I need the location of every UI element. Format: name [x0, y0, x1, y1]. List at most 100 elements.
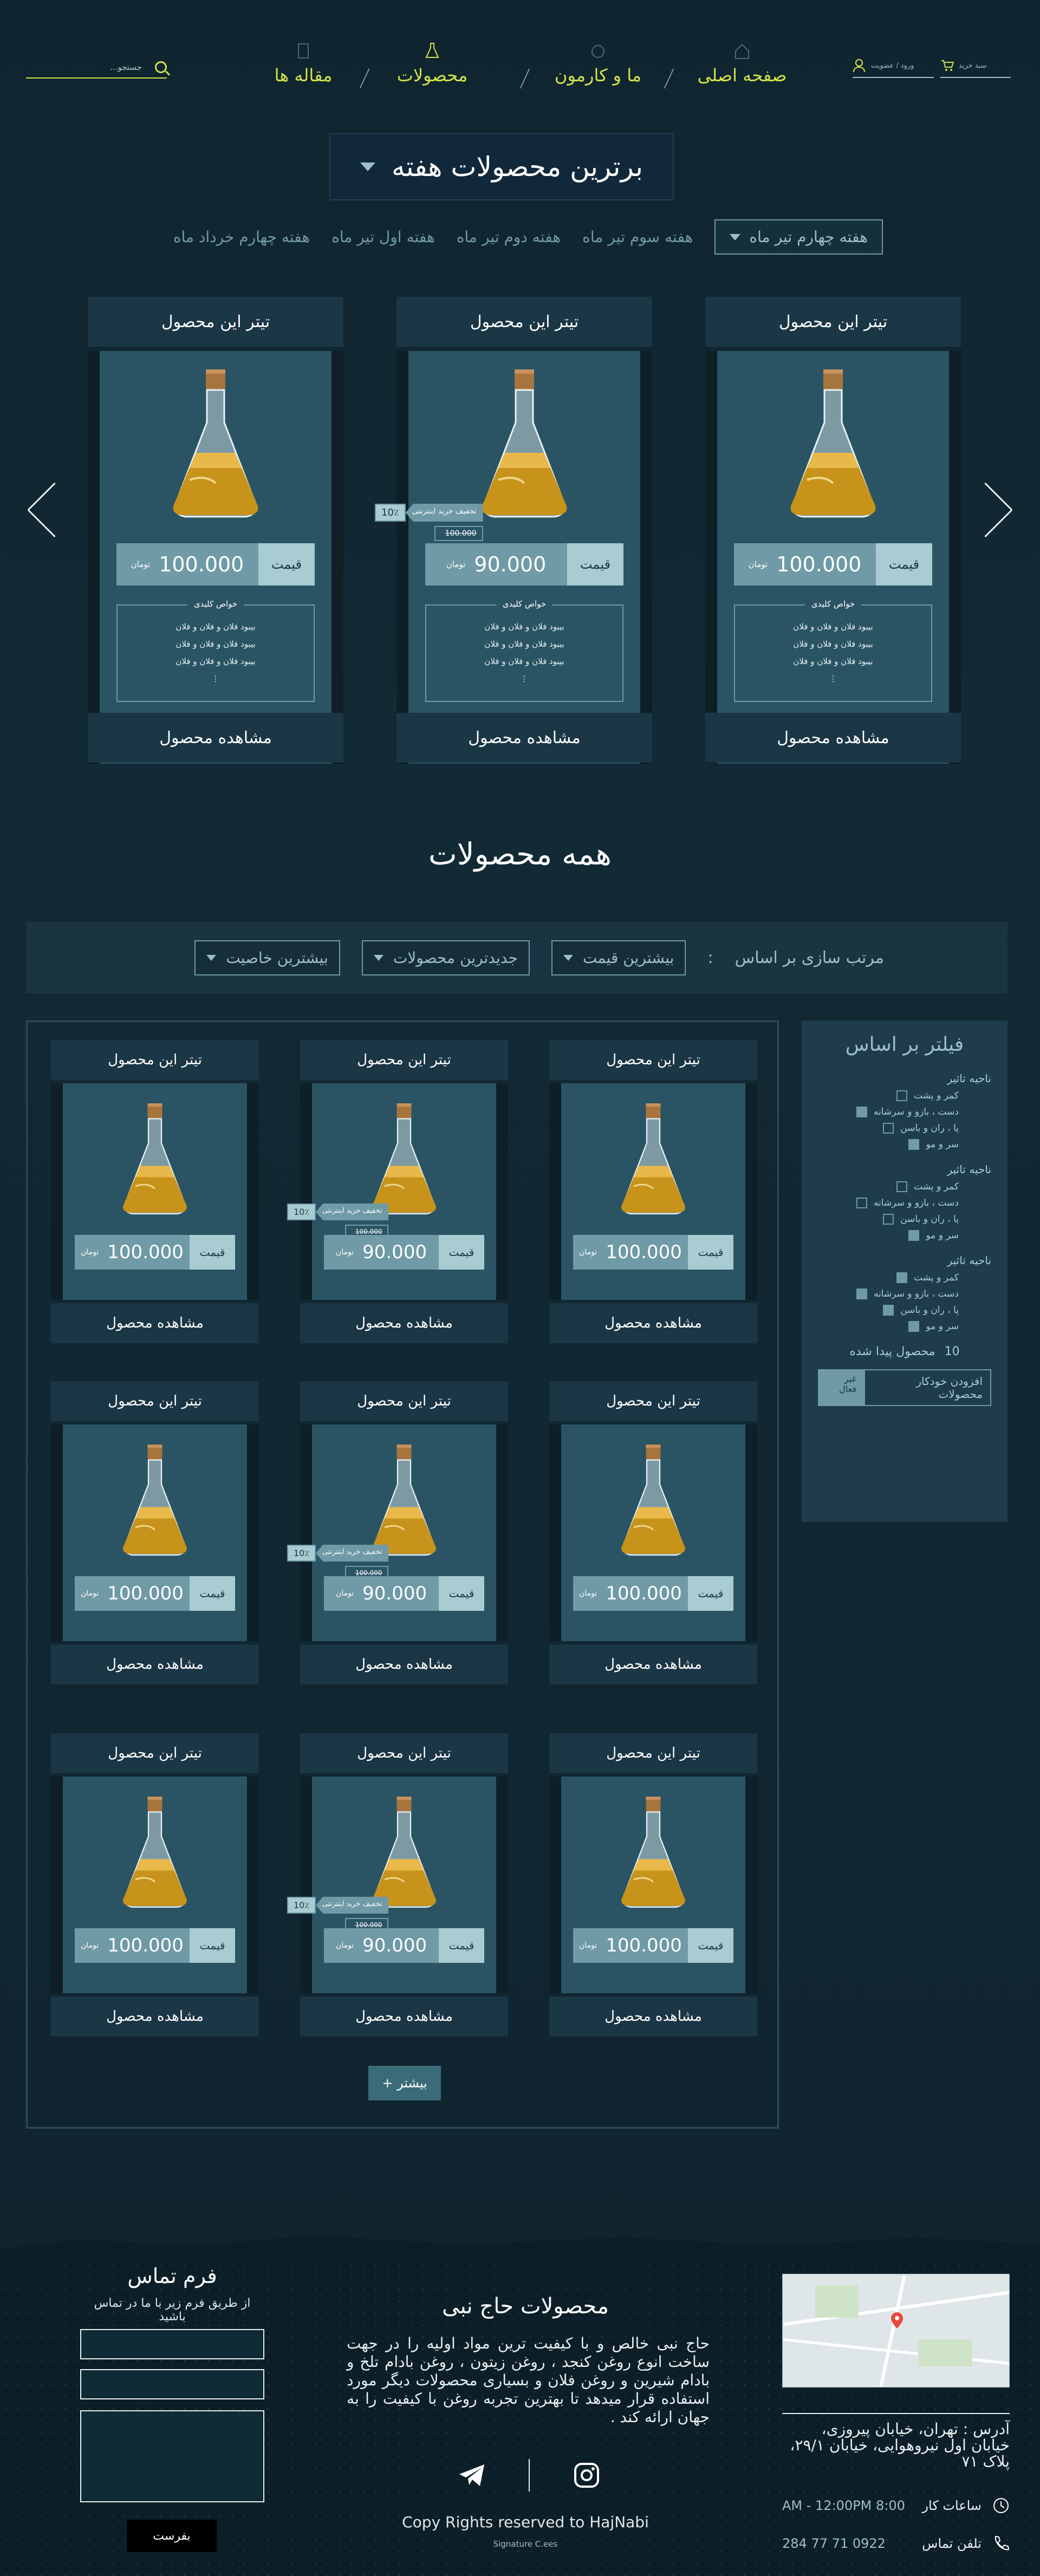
week-tabs: هفته چهارم تیر ماه هفته سوم تیر ماه هفته…	[173, 219, 883, 255]
auto-add-toggle[interactable]: افزودن خودکار محصولات غیر فعال	[818, 1369, 991, 1406]
view-product-button[interactable]: مشاهده محصول	[300, 1303, 508, 1343]
sort-option-label: جدیدترین محصولات	[393, 948, 518, 967]
view-product-button[interactable]: مشاهده محصول	[549, 1996, 757, 2037]
filter-checkbox[interactable]: پا ، ران و باسن	[818, 1214, 991, 1225]
product-title[interactable]: تیتر این محصول	[51, 1040, 259, 1080]
contact-message-field[interactable]	[80, 2410, 264, 2502]
view-product-button[interactable]: مشاهده محصول	[300, 1644, 508, 1684]
product-body: قیمت 100.000 تومان خواص کلیدی بیبود فلان و ف…	[705, 351, 961, 764]
discount-label: تخفیف خرید اینترنتی	[315, 1204, 389, 1220]
tab-week[interactable]: هفته اول تیر ماه	[332, 228, 435, 246]
filter-checkbox[interactable]: سر و مو	[818, 1230, 991, 1241]
discount-badge: تخفیف خرید اینترنتی 10٪ 100.000	[287, 1545, 389, 1580]
view-product-button[interactable]: مشاهده محصول	[51, 1996, 259, 2037]
filter-checkbox[interactable]: کمر و پشت	[818, 1090, 991, 1101]
nav-link-articles[interactable]: مقاله ها	[233, 42, 374, 86]
product-body: تخفیف خرید اینترنتی 10٪ 100.000 قیمت 90.000 ت…	[287, 1424, 508, 1641]
contact-email-field[interactable]	[80, 2369, 264, 2399]
carousel-prev-arrow-icon[interactable]	[26, 482, 53, 536]
tab-week[interactable]: هفته دوم تیر ماه	[457, 228, 561, 246]
property-item: بیبود فلان و فلان و فلان	[793, 656, 873, 666]
carousel-next-arrow-icon[interactable]	[987, 482, 1014, 536]
filter-checkbox[interactable]: پا ، ران و باسن	[818, 1305, 991, 1316]
filter-option-label: دست ، بازو و سرشانه	[873, 1289, 959, 1299]
property-item: بیبود فلان و فلان و فلان	[176, 639, 256, 649]
auto-add-label: افزودن خودکار محصولات	[863, 1369, 991, 1406]
view-product-button[interactable]: مشاهده محصول	[51, 1644, 259, 1684]
product-title[interactable]: تیتر این محصول	[300, 1040, 508, 1080]
tab-week-active[interactable]: هفته چهارم تیر ماه	[714, 219, 883, 255]
price-value: 100.000 تومان	[573, 1235, 688, 1270]
filter-option-label: کمر و پشت	[914, 1272, 959, 1283]
price-box: قیمت 100.000 تومان	[573, 1928, 733, 1963]
view-product-button[interactable]: مشاهده محصول	[549, 1303, 757, 1343]
tab-week[interactable]: هفته چهارم خرداد ماه	[173, 228, 310, 246]
product-card: تیتر این محصول قیمت 100.000 تومان مشاهده محص…	[51, 1381, 259, 1684]
price-value: 100.000 تومان	[573, 1928, 688, 1963]
price-box: قیمت 100.000 تومان	[116, 543, 315, 586]
nav-link-home[interactable]: صفحه اصلی	[672, 42, 812, 86]
send-button[interactable]: بفرست	[127, 2520, 217, 2552]
sort-option-most-property[interactable]: بیشترین خاصیت	[194, 940, 340, 975]
product-title[interactable]: تیتر این محصول	[549, 1040, 757, 1080]
view-product-button[interactable]: مشاهده محصول	[88, 713, 343, 763]
sort-option-highest-price[interactable]: بیشترین قیمت	[551, 940, 686, 975]
product-title[interactable]: تیتر این محصول	[396, 297, 652, 347]
location-map[interactable]	[782, 2274, 1010, 2388]
filter-checkbox[interactable]: پا ، ران و باسن	[818, 1123, 991, 1134]
filter-checkbox[interactable]: سر و مو	[818, 1321, 991, 1332]
nav-link-about[interactable]: ما و کارمون	[528, 42, 668, 86]
load-more-button[interactable]: بیشتر +	[368, 2066, 441, 2100]
price-label: قیمت	[439, 1928, 484, 1963]
oil-bottle-image	[470, 366, 578, 529]
telegram-icon[interactable]	[458, 2463, 485, 2487]
checkbox-icon	[908, 1230, 920, 1241]
property-item: بیبود فلان و فلان و فلان	[793, 639, 873, 649]
product-card: تیتر این محصول قیمت 100.000 تومان مشاهده محص…	[549, 1733, 757, 2037]
product-title[interactable]: تیتر این محصول	[549, 1733, 757, 1773]
filter-title: فیلتر بر اساس	[845, 1033, 964, 1056]
hours-value: 8:00 AM - 12:00PM	[782, 2498, 905, 2513]
view-product-button[interactable]: مشاهده محصول	[51, 1303, 259, 1343]
product-title[interactable]: تیتر این محصول	[705, 297, 961, 347]
filter-checkbox[interactable]: سر و مو	[818, 1139, 991, 1150]
filter-checkbox[interactable]: کمر و پشت	[818, 1272, 991, 1283]
chevron-down-icon	[206, 954, 217, 961]
view-product-button[interactable]: مشاهده محصول	[549, 1644, 757, 1684]
phone-value[interactable]: 0922 71 77 284	[782, 2536, 886, 2551]
product-title[interactable]: تیتر این محصول	[88, 297, 343, 347]
filter-checkbox[interactable]: دست ، بازو و سرشانه	[818, 1107, 991, 1117]
discount-badge: تخفیف خرید اینترنتی 10٪ 100.000	[375, 504, 483, 541]
view-product-button[interactable]: مشاهده محصول	[705, 713, 961, 763]
price-box: قیمت 100.000 تومان	[573, 1576, 733, 1611]
filter-option-label: دست ، بازو و سرشانه	[873, 1107, 959, 1117]
filter-checkbox[interactable]: دست ، بازو و سرشانه	[818, 1289, 991, 1299]
product-title[interactable]: تیتر این محصول	[549, 1381, 757, 1421]
checkbox-icon	[896, 1272, 908, 1283]
product-title[interactable]: تیتر این محصول	[300, 1381, 508, 1421]
oil-bottle-image	[613, 1441, 694, 1565]
tab-week[interactable]: هفته سوم تیر ماه	[582, 228, 693, 246]
filter-checkbox[interactable]: کمر و پشت	[818, 1181, 991, 1192]
nav-link-products[interactable]: محصولات	[362, 42, 503, 86]
product-title[interactable]: تیتر این محصول	[51, 1733, 259, 1773]
view-product-button[interactable]: مشاهده محصول	[396, 713, 652, 763]
sort-option-newest[interactable]: جدیدترین محصولات	[361, 940, 530, 975]
filter-checkbox[interactable]: دست ، بازو و سرشانه	[818, 1198, 991, 1208]
weekly-title-dropdown[interactable]: برترین محصولات هفته	[329, 133, 674, 200]
product-title[interactable]: تیتر این محصول	[51, 1381, 259, 1421]
product-title[interactable]: تیتر این محصول	[300, 1733, 508, 1773]
view-product-button[interactable]: مشاهده محصول	[300, 1996, 508, 2037]
found-count: 10 محصول پیدا شده	[818, 1345, 991, 1358]
product-card: تیتر این محصول قیمت 100.000 تومان مشاهده محص…	[549, 1381, 757, 1684]
price-label: قیمت	[439, 1576, 484, 1611]
instagram-icon[interactable]	[573, 2462, 600, 2489]
product-body: قیمت 100.000 تومان	[51, 1083, 259, 1300]
login-button[interactable]: ورود / عضویت	[853, 54, 934, 78]
contact-name-field[interactable]	[80, 2329, 264, 2359]
cart-button[interactable]: سبد خرید	[940, 54, 1011, 78]
price-label: قیمت	[190, 1928, 235, 1963]
price-box: قیمت 100.000 تومان	[75, 1235, 235, 1270]
price-box: قیمت 90.000 تومان	[324, 1576, 484, 1611]
search-input[interactable]: جستجو...	[26, 57, 167, 79]
